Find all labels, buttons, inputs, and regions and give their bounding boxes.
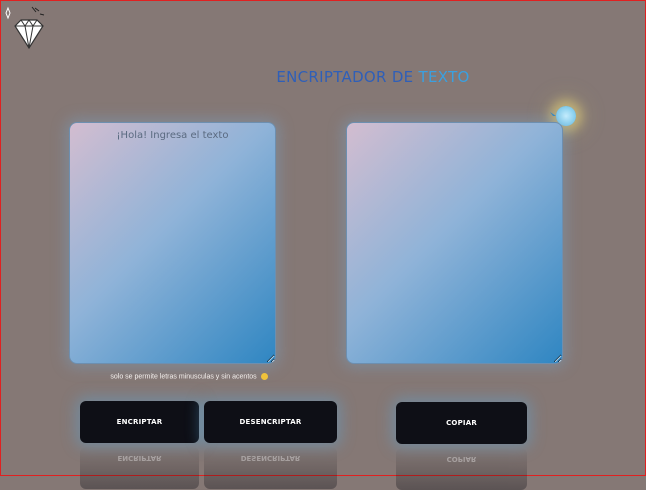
encrypt-button-reflection: ENCRIPTAR bbox=[80, 447, 199, 489]
decrypt-button[interactable]: DESENCRIPTAR bbox=[204, 401, 337, 443]
title-part-1: ENCRIPTADOR DE bbox=[276, 68, 419, 86]
diamond-logo-icon bbox=[5, 6, 45, 50]
copy-button-reflection: COPIAR bbox=[396, 448, 527, 490]
smiley-emoji-icon bbox=[260, 373, 268, 380]
page-title: ENCRIPTADOR DE TEXTO bbox=[0, 68, 646, 86]
decrypt-button-reflection: DESENCRIPTAR bbox=[204, 447, 337, 489]
input-textarea[interactable] bbox=[69, 122, 276, 364]
hint-text: solo se permite letras minusculas y sin … bbox=[110, 373, 257, 381]
input-hint: solo se permite letras minusculas y sin … bbox=[0, 373, 378, 380]
encrypt-button[interactable]: ENCRIPTAR bbox=[80, 401, 199, 443]
output-textarea[interactable] bbox=[346, 122, 563, 364]
copy-button[interactable]: COPIAR bbox=[396, 402, 527, 444]
title-part-2: TEXTO bbox=[418, 68, 470, 86]
arrow-icon bbox=[550, 112, 556, 116]
